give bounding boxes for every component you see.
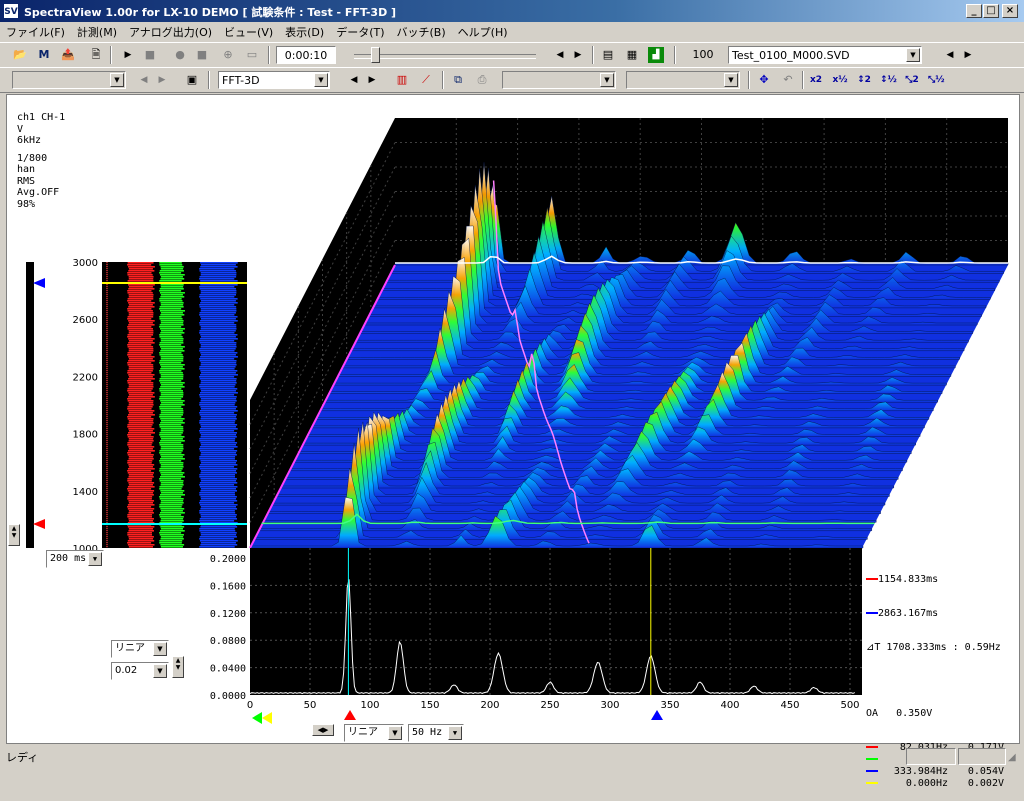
spectrum-x-tick: 300	[600, 700, 619, 711]
amplitude-spinner[interactable]: ▲ ▼	[172, 656, 184, 678]
marker-yellow-icon[interactable]	[262, 712, 272, 724]
spectrum-x-tick: 250	[540, 700, 559, 711]
marker-blue-icon[interactable]	[651, 710, 663, 720]
oa-label: OA	[866, 708, 879, 719]
spectrum-x-tick: 200	[480, 700, 499, 711]
status-panel-2	[958, 748, 1006, 765]
marker-red-icon[interactable]	[344, 710, 356, 720]
legend-freq: 0.000Hz	[905, 778, 948, 789]
spectrum-x-tick: 0	[247, 700, 253, 711]
spectrum-x-tick: 150	[420, 700, 439, 711]
spectrum-x-tick: 50	[304, 700, 317, 711]
status-bar: レディ ◢	[0, 746, 1024, 768]
spectrum-y-tick: 0.0400	[210, 664, 246, 675]
spectrum-y-tick: 0.1600	[210, 581, 246, 592]
waterfall-y-tick: 1800	[73, 430, 98, 441]
time-scrollbar[interactable]	[26, 262, 34, 548]
spectrum-plot-area	[250, 548, 862, 695]
legend-swatch	[866, 770, 878, 772]
status-text: レディ	[6, 751, 39, 764]
legend-value: 0.002V	[967, 778, 1004, 789]
waterfall-y-tick: 2200	[73, 372, 98, 383]
cursor-time-2: 2863.167ms	[878, 608, 939, 619]
oa-value: 0.350V	[896, 708, 933, 719]
spectrum-x-tick: 500	[840, 700, 859, 711]
amplitude-scale-select[interactable]: リニア ▼	[111, 640, 169, 658]
spectrum-x-tick: 100	[360, 700, 379, 711]
waterfall-y-tick: 3000	[73, 258, 98, 269]
legend-row: 0.000Hz 0.002V	[866, 778, 1022, 790]
resize-grip-icon[interactable]: ◢	[1008, 752, 1016, 763]
spectrum-y-tick: 0.2000	[210, 554, 246, 565]
freq-unit-select[interactable]: 50 Hz ▼	[408, 724, 464, 742]
time-marker-blue-icon[interactable]	[33, 278, 45, 288]
legend-swatch	[866, 782, 878, 784]
spectrum-x-tick: 400	[720, 700, 739, 711]
freq-scale-select[interactable]: リニア ▼	[344, 724, 404, 742]
amplitude-step-select[interactable]: 0.02 ▼	[111, 662, 169, 680]
time-marker-red-icon[interactable]	[33, 519, 45, 529]
spectrum-y-tick: 0.0800	[210, 636, 246, 647]
time-scroll-spinner[interactable]: ▲ ▼	[8, 524, 20, 546]
waterfall-y-tick: 1400	[73, 487, 98, 498]
status-panel-1	[906, 748, 956, 765]
spectrum-x-tick: 350	[660, 700, 679, 711]
spectrum-y-tick: 0.1200	[210, 609, 246, 620]
spectrum-x-tick: 450	[780, 700, 799, 711]
waterfall-y-tick: 2600	[73, 315, 98, 326]
spectrum-y-tick: 0.0000	[210, 691, 246, 702]
time-unit-select[interactable]: 200 ms ▼	[46, 550, 104, 568]
delta-time: ⊿T 1708.333ms : 0.59Hz	[866, 642, 1001, 653]
cursor-time-1: 1154.833ms	[878, 574, 939, 585]
marker-green-icon[interactable]	[252, 712, 262, 724]
freq-scroll-spinner[interactable]: ◀▶	[312, 724, 334, 736]
